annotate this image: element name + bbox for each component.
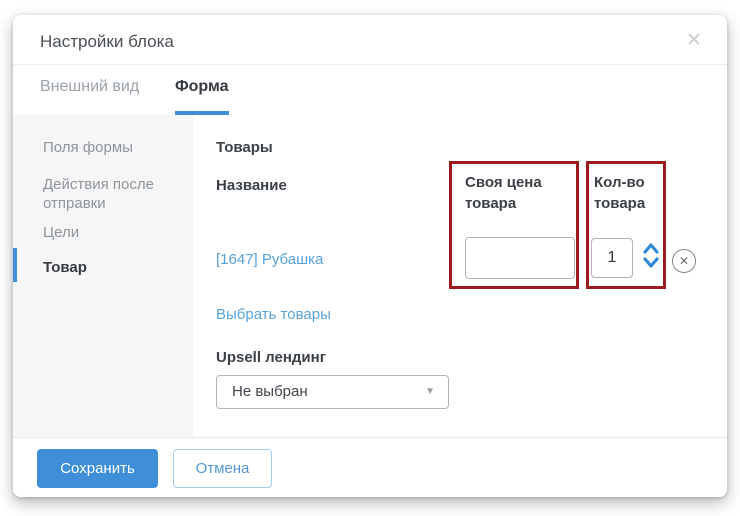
product-name-column-label: Название: [216, 177, 287, 194]
price-column-label: Своя цена товара: [465, 172, 565, 214]
remove-x-icon: ✕: [679, 254, 689, 268]
annotation-box-quantity: Кол-во товара: [586, 161, 666, 289]
dialog-footer: Сохранить Отмена: [13, 437, 727, 497]
close-icon[interactable]: ✕: [682, 29, 706, 53]
quantity-stepper: [643, 242, 659, 274]
save-button[interactable]: Сохранить: [37, 449, 158, 488]
active-item-indicator: [13, 248, 17, 282]
annotation-box-price: Своя цена товара: [449, 161, 579, 289]
quantity-column-label: Кол-во товара: [594, 172, 660, 214]
dialog-title: Настройки блока: [40, 32, 174, 52]
remove-product-button[interactable]: ✕: [672, 249, 696, 273]
chevron-up-icon: [643, 242, 659, 256]
dialog-header: Настройки блока ✕: [13, 15, 727, 65]
settings-sidebar: Поля формы Действия после отправки Цели …: [13, 115, 193, 437]
block-settings-dialog: Настройки блока ✕ Внешний вид Форма Поля…: [13, 15, 727, 497]
product-item-link[interactable]: [1647] Рубашка: [216, 251, 323, 268]
quantity-input[interactable]: [591, 238, 633, 278]
sidebar-item-after-submit[interactable]: Действия после отправки: [43, 175, 169, 213]
cancel-button[interactable]: Отмена: [173, 449, 272, 488]
chevron-down-icon: [643, 256, 659, 270]
sidebar-item-product[interactable]: Товар: [43, 258, 169, 277]
sidebar-item-goals[interactable]: Цели: [43, 223, 169, 242]
qty-increase-button[interactable]: [643, 242, 659, 256]
custom-price-input[interactable]: [465, 237, 575, 279]
select-products-link[interactable]: Выбрать товары: [216, 306, 331, 323]
tab-form[interactable]: Форма: [175, 77, 229, 115]
products-section-title: Товары: [216, 139, 273, 156]
upsell-selected-value: Не выбран: [232, 383, 308, 400]
upsell-landing-label: Upsell лендинг: [216, 349, 326, 366]
tab-appearance[interactable]: Внешний вид: [40, 77, 139, 111]
qty-decrease-button[interactable]: [643, 256, 659, 270]
chevron-down-icon: ▼: [425, 386, 435, 397]
upsell-landing-select[interactable]: Не выбран ▼: [216, 375, 449, 409]
sidebar-item-form-fields[interactable]: Поля формы: [43, 138, 169, 157]
